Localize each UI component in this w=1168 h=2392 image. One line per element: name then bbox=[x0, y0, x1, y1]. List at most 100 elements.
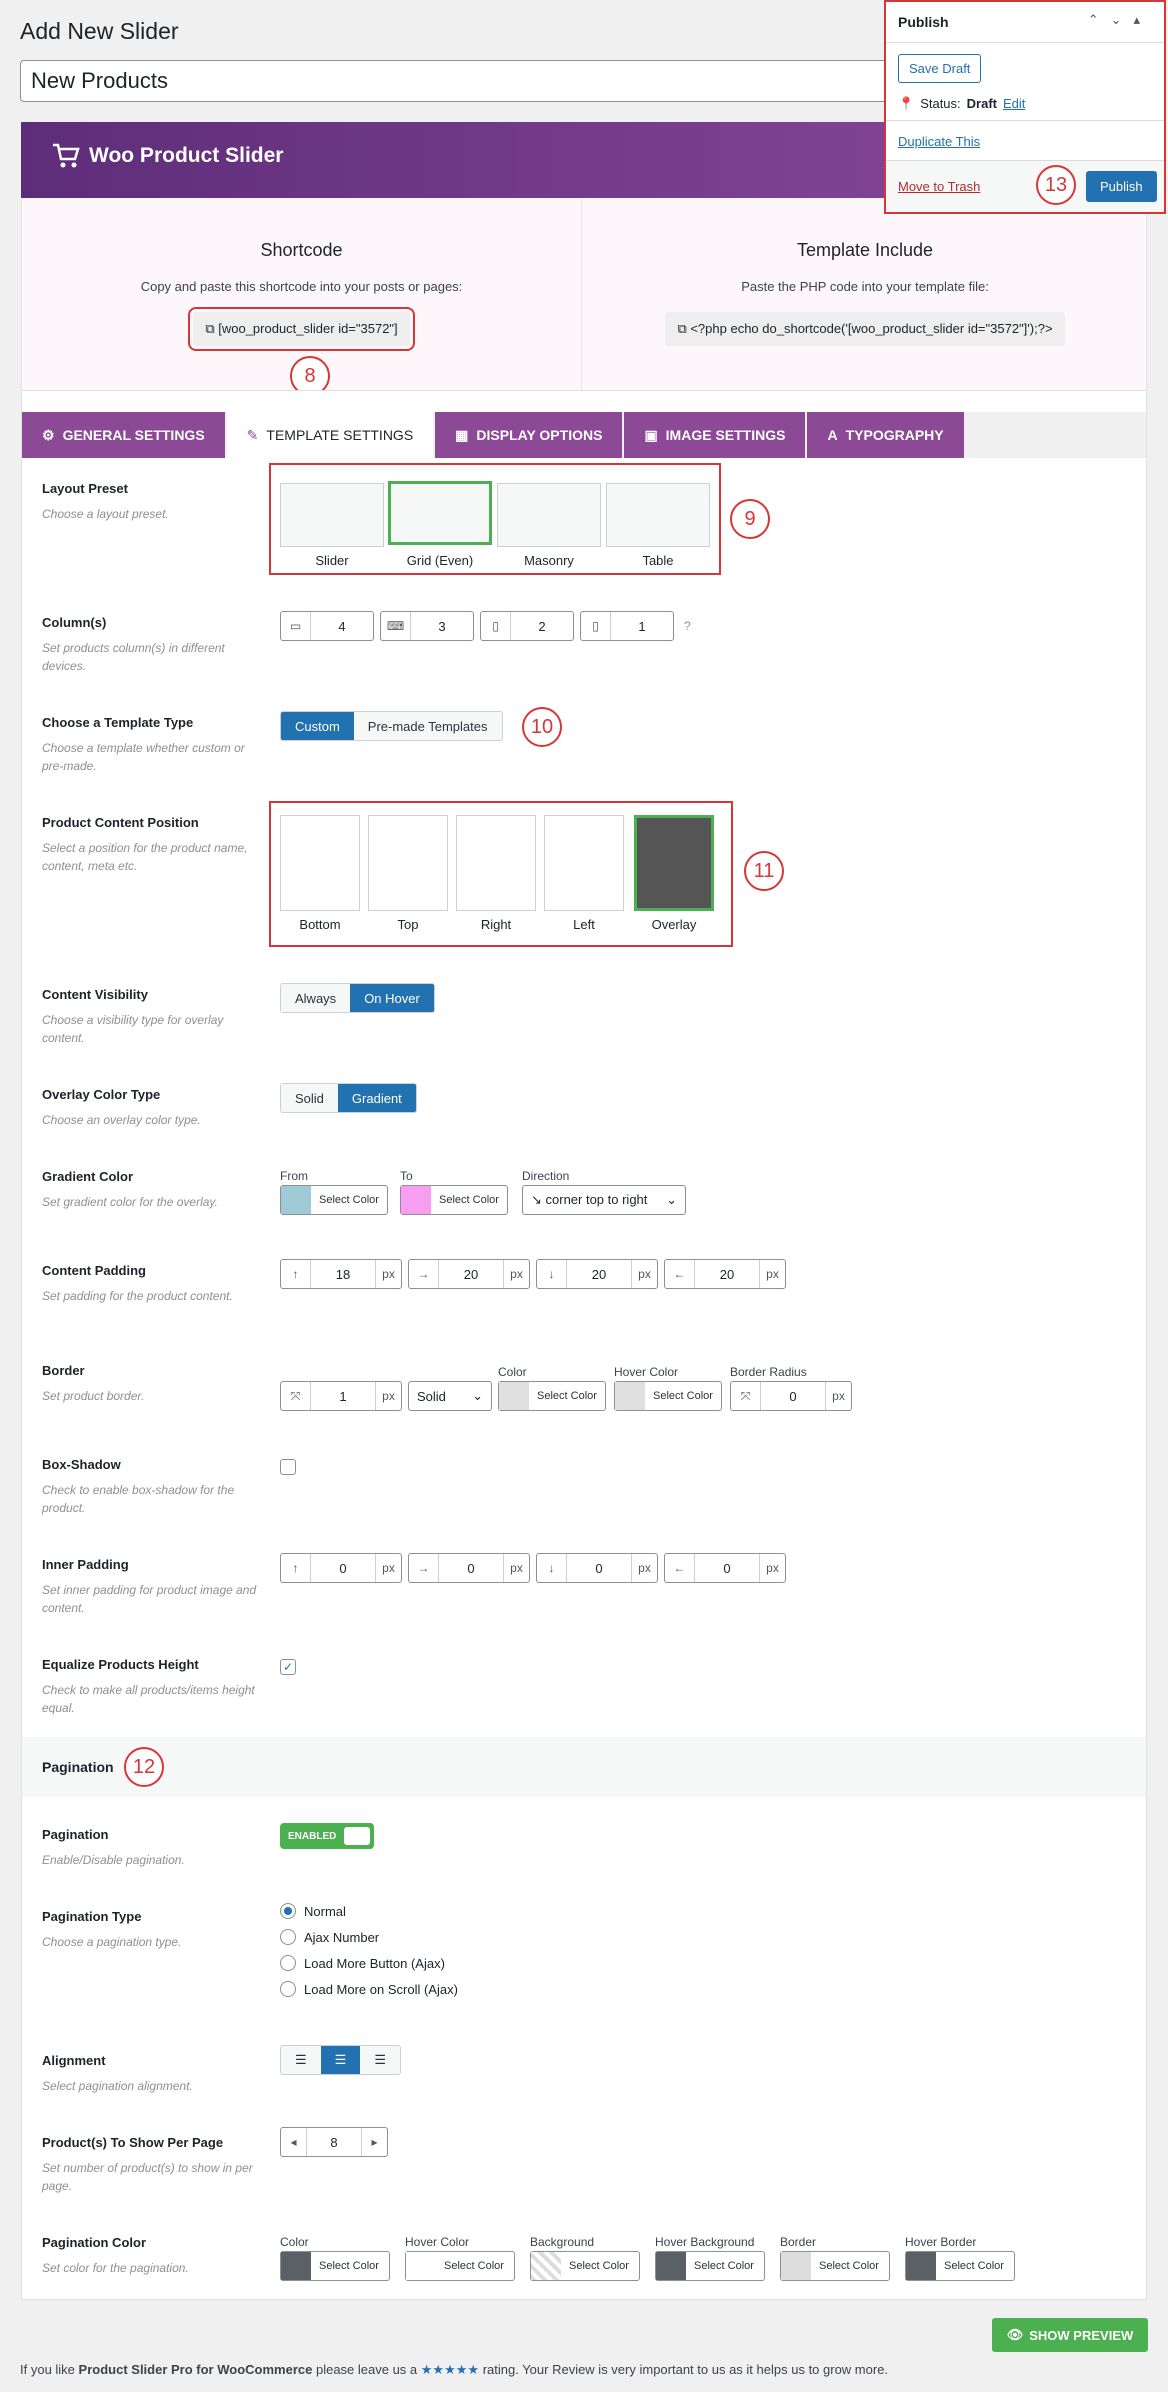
pc-hover-color-picker[interactable]: Select Color bbox=[405, 2251, 515, 2281]
inner-padding-left-input[interactable]: ← 0 px bbox=[664, 1553, 786, 1583]
preset-grid-even[interactable] bbox=[388, 481, 492, 545]
overlay-gradient-button[interactable]: Gradient bbox=[337, 1084, 416, 1112]
pc-border-picker[interactable]: Select Color bbox=[780, 2251, 890, 2281]
border-style-select[interactable]: Solid ⌄ bbox=[408, 1381, 492, 1411]
position-bottom[interactable] bbox=[280, 815, 360, 911]
tab-general-settings[interactable]: ⚙ GENERAL SETTINGS bbox=[22, 412, 225, 458]
gradient-direction-select[interactable]: ↘ corner top to right ⌄ bbox=[522, 1185, 686, 1215]
align-right-icon[interactable]: ☰ bbox=[360, 2046, 400, 2074]
columns-laptop-input[interactable]: ⌨ 3 bbox=[380, 611, 474, 641]
gradient-from-picker[interactable]: Select Color bbox=[280, 1185, 388, 1215]
template-custom-button[interactable]: Custom bbox=[281, 712, 354, 740]
inner-padding-bottom-input[interactable]: ↓ 0 px bbox=[536, 1553, 658, 1583]
increment-icon[interactable]: ▸ bbox=[361, 2128, 387, 2156]
shortcode-box[interactable]: ⧉ [woo_product_slider id="3572"] bbox=[188, 307, 415, 351]
position-left[interactable] bbox=[544, 815, 624, 911]
save-draft-button[interactable]: Save Draft bbox=[898, 54, 982, 83]
visibility-always-button[interactable]: Always bbox=[281, 984, 351, 1012]
columns-tablet-input[interactable]: ▯ 2 bbox=[480, 611, 574, 641]
per-page-stepper[interactable]: ◂ 8 ▸ bbox=[280, 2127, 388, 2157]
align-center-icon[interactable]: ☰ bbox=[320, 2046, 361, 2074]
status-label: Status: bbox=[920, 96, 961, 111]
value: 0 bbox=[595, 1560, 603, 1576]
unit: px bbox=[825, 1382, 851, 1410]
content-position-desc: Select a position for the product name, … bbox=[42, 841, 248, 873]
columns-mobile-input[interactable]: ▯ 1 bbox=[580, 611, 674, 641]
gradient-to-picker[interactable]: Select Color bbox=[400, 1185, 508, 1215]
pc-label: Color bbox=[280, 2235, 309, 2249]
position-overlay[interactable] bbox=[634, 815, 714, 911]
value: 20 bbox=[591, 1266, 607, 1282]
gradient-color-label: Gradient Color bbox=[42, 1169, 134, 1184]
arrow-down-icon: ↓ bbox=[537, 1260, 567, 1288]
equalize-label: Equalize Products Height bbox=[42, 1657, 199, 1672]
inner-padding-right-input[interactable]: → 0 px bbox=[408, 1553, 530, 1583]
border-hover-color-picker[interactable]: Select Color bbox=[614, 1381, 722, 1411]
select-color-text: Select Color bbox=[319, 2260, 379, 2272]
rating-stars-link[interactable]: ★★★★★ bbox=[421, 2362, 479, 2377]
status-row: 📍 Status: Draft Edit bbox=[898, 96, 1025, 112]
status-edit-link[interactable]: Edit bbox=[1003, 96, 1025, 112]
page-title: Add New Slider bbox=[20, 18, 179, 44]
border-radius-input[interactable]: ⤧ 0 px bbox=[730, 1381, 852, 1411]
select-color-text: Select Color bbox=[439, 1194, 499, 1206]
padding-left-input[interactable]: ← 20 px bbox=[664, 1259, 786, 1289]
pc-hover-border-picker[interactable]: Select Color bbox=[905, 2251, 1015, 2281]
padding-top-input[interactable]: ↑ 18 px bbox=[280, 1259, 402, 1289]
position-top[interactable] bbox=[368, 815, 448, 911]
font-icon: A bbox=[827, 427, 838, 443]
publish-button[interactable]: Publish bbox=[1086, 171, 1157, 202]
visibility-hover-button[interactable]: On Hover bbox=[350, 984, 434, 1012]
position-right[interactable] bbox=[456, 815, 536, 911]
preset-masonry[interactable] bbox=[497, 483, 601, 547]
radio-normal[interactable]: Normal bbox=[280, 1903, 346, 1919]
columns-desktop-input[interactable]: ▭ 4 bbox=[280, 611, 374, 641]
panel-controls[interactable]: ⌃⌄▴ bbox=[1088, 12, 1152, 28]
pc-hover-background-picker[interactable]: Select Color bbox=[655, 2251, 765, 2281]
chevron-down-icon: ⌄ bbox=[666, 1192, 677, 1207]
expand-icon: ⤧ bbox=[731, 1382, 761, 1410]
border-width-input[interactable]: ⤧ 1 px bbox=[280, 1381, 402, 1411]
eye-icon: 👁 bbox=[1006, 2327, 1024, 2342]
radio-load-more-scroll[interactable]: Load More on Scroll (Ajax) bbox=[280, 1981, 458, 1997]
position-label: Bottom bbox=[299, 917, 341, 932]
tab-display-options[interactable]: ▦ DISPLAY OPTIONS bbox=[435, 412, 623, 458]
align-left-icon[interactable]: ☰ bbox=[281, 2046, 321, 2074]
tab-typography[interactable]: A TYPOGRAPHY bbox=[807, 412, 964, 458]
radio-load-more-button[interactable]: Load More Button (Ajax) bbox=[280, 1955, 445, 1971]
move-to-trash-link[interactable]: Move to Trash bbox=[898, 179, 980, 194]
radio-dot bbox=[280, 1929, 296, 1945]
preset-table[interactable] bbox=[606, 483, 710, 547]
brush-icon: ✎ bbox=[246, 426, 259, 443]
decrement-icon[interactable]: ◂ bbox=[281, 2128, 307, 2156]
tab-template-settings[interactable]: ✎ TEMPLATE SETTINGS bbox=[226, 412, 434, 458]
padding-bottom-input[interactable]: ↓ 20 px bbox=[536, 1259, 658, 1289]
cart-icon bbox=[53, 143, 80, 168]
pc-background-picker[interactable]: Select Color bbox=[530, 2251, 640, 2281]
template-premade-button[interactable]: Pre-made Templates bbox=[353, 712, 502, 740]
template-type-toggle: Custom Pre-made Templates bbox=[280, 711, 503, 741]
arrow-right-icon: → bbox=[409, 1260, 439, 1288]
equalize-checkbox[interactable]: ✓ bbox=[280, 1659, 296, 1675]
border-color-picker[interactable]: Select Color bbox=[498, 1381, 606, 1411]
show-preview-button[interactable]: 👁 SHOW PREVIEW bbox=[992, 2318, 1148, 2352]
template-code-box[interactable]: ⧉ <?php echo do_shortcode('[woo_product_… bbox=[665, 312, 1065, 346]
overlay-color-type-desc: Choose an overlay color type. bbox=[42, 1113, 201, 1127]
box-shadow-label: Box-Shadow bbox=[42, 1457, 121, 1472]
radio-ajax-number[interactable]: Ajax Number bbox=[280, 1929, 379, 1945]
tab-image-settings[interactable]: ▣ IMAGE SETTINGS bbox=[624, 412, 806, 458]
box-shadow-checkbox[interactable] bbox=[280, 1459, 296, 1475]
arrow-left-icon: ← bbox=[665, 1554, 695, 1582]
pc-color-picker[interactable]: Select Color bbox=[280, 2251, 390, 2281]
copy-icon: ⧉ bbox=[677, 321, 691, 336]
help-icon[interactable]: ? bbox=[684, 619, 691, 633]
duplicate-link[interactable]: Duplicate This bbox=[898, 134, 980, 149]
pagination-type-desc: Choose a pagination type. bbox=[42, 1935, 182, 1949]
padding-right-input[interactable]: → 20 px bbox=[408, 1259, 530, 1289]
post-title-input[interactable] bbox=[20, 60, 890, 102]
value: 4 bbox=[338, 618, 346, 634]
pagination-toggle[interactable]: ENABLED bbox=[280, 1823, 374, 1849]
inner-padding-top-input[interactable]: ↑ 0 px bbox=[280, 1553, 402, 1583]
overlay-solid-button[interactable]: Solid bbox=[281, 1084, 338, 1112]
preset-slider[interactable] bbox=[280, 483, 384, 547]
